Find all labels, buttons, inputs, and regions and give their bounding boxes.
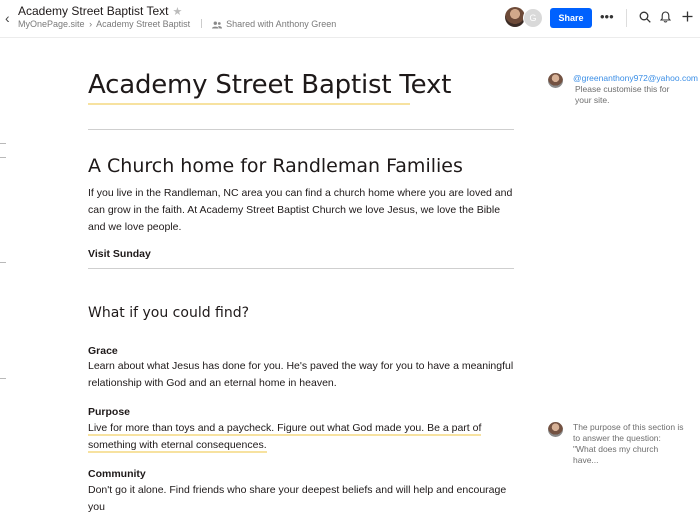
user-avatar[interactable] xyxy=(505,7,525,27)
grace-body[interactable]: Learn about what Jesus has done for you.… xyxy=(88,358,518,392)
share-button[interactable]: Share xyxy=(550,8,592,28)
divider xyxy=(200,19,202,28)
divider xyxy=(88,268,514,269)
page-title[interactable]: Academy Street Baptist Text xyxy=(88,70,451,100)
doc-title-bar: Academy Street Baptist Text ★ xyxy=(18,4,182,18)
back-arrow-icon[interactable]: ‹ xyxy=(5,10,10,26)
comment-thread[interactable]: @greenanthony972@yahoo.com Please custom… xyxy=(548,73,700,113)
purpose-title[interactable]: Purpose xyxy=(88,406,130,418)
divider xyxy=(88,129,514,130)
purpose-body[interactable]: Live for more than toys and a paycheck. … xyxy=(88,420,488,454)
grace-title[interactable]: Grace xyxy=(88,345,118,357)
comment-body: Please customise this for your site. xyxy=(575,84,670,105)
gutter-marker xyxy=(0,157,6,158)
breadcrumb-separator: › xyxy=(89,19,93,29)
gutter-marker xyxy=(0,378,6,379)
comment-text: @greenanthony972@yahoo.com Please custom… xyxy=(573,73,700,106)
breadcrumb: MyOnePage.site › Academy Street Baptist … xyxy=(18,19,336,29)
search-icon[interactable] xyxy=(639,11,651,23)
commenter-avatar xyxy=(548,73,563,88)
shared-with-label[interactable]: Shared with Anthony Green xyxy=(226,19,336,29)
collaborator-avatar[interactable]: G xyxy=(523,8,543,28)
comment-author[interactable]: @greenanthony972@yahoo.com xyxy=(573,73,698,83)
people-icon xyxy=(212,21,223,29)
subheading[interactable]: What if you could find? xyxy=(88,305,249,321)
intro-paragraph[interactable]: If you live in the Randleman, NC area yo… xyxy=(88,185,518,236)
community-body[interactable]: Don't go it alone. Find friends who shar… xyxy=(88,482,518,516)
gutter-marker xyxy=(0,143,6,144)
title-highlight xyxy=(88,103,410,105)
add-icon[interactable] xyxy=(682,11,693,22)
comment-body: The purpose of this section is to answer… xyxy=(573,422,684,465)
section-heading[interactable]: A Church home for Randleman Families xyxy=(88,155,463,177)
comment-thread[interactable]: The purpose of this section is to answer… xyxy=(548,422,700,472)
gutter-marker xyxy=(0,262,6,263)
more-options-icon[interactable]: ••• xyxy=(600,8,614,28)
star-icon[interactable]: ★ xyxy=(173,6,183,18)
commenter-avatar xyxy=(548,422,563,437)
top-bar: ‹ Academy Street Baptist Text ★ MyOnePage… xyxy=(0,0,700,38)
divider xyxy=(626,9,627,27)
visit-sunday-label[interactable]: Visit Sunday xyxy=(88,248,151,260)
document-title[interactable]: Academy Street Baptist Text xyxy=(18,4,169,18)
commented-text-highlight[interactable]: Live for more than toys and a paycheck. … xyxy=(88,422,482,453)
community-title[interactable]: Community xyxy=(88,468,146,480)
breadcrumb-item-folder[interactable]: Academy Street Baptist xyxy=(96,19,190,29)
bell-icon[interactable] xyxy=(660,11,671,23)
breadcrumb-item-site[interactable]: MyOnePage.site xyxy=(18,19,85,29)
